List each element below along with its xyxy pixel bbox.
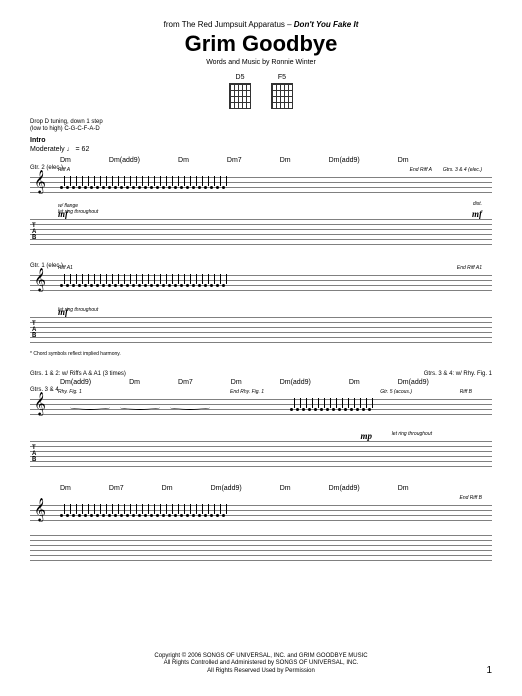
tab-staff [30,441,492,471]
chord-symbol: Dm7 [178,379,193,386]
chord-symbol: Dm(add9) [329,485,360,492]
chord-symbol: Dm [60,157,71,164]
chord-symbol: Dm [129,379,140,386]
tab-block: TAB [30,441,492,471]
chord-symbol: Dm(add9) [329,157,360,164]
copyright-line3: All Rights Reserved Used by Permission [30,668,492,676]
chord-symbol: Dm [231,379,242,386]
dynamic-mf-2: mf [472,209,482,219]
tab-staff [30,535,492,565]
end-rhy-label: End Rhy. Fig. 1 [230,389,264,395]
system-1: Dm Dm(add9) Dm Dm7 Dm Dm(add9) Dm Gtr. 2… [30,157,492,249]
chord-symbol: Dm(add9) [211,485,242,492]
staff-block: Gtrs. 3 & 4 Rhy. Fig. 1 End Rhy. Fig. 1 … [30,387,492,439]
tab-staff [30,219,492,249]
chord-row: Dm Dm(add9) Dm Dm7 Dm Dm(add9) Dm [30,157,492,164]
tuning-note: Drop D tuning, down 1 step (low to high)… [30,119,492,133]
notes [60,179,482,195]
tab-block: TAB [30,219,492,249]
staff-block: Gtr. 1 (elec.) Riff A1 End Riff A1 𝄞 mf … [30,263,492,315]
chord-symbol: Dm(add9) [60,379,91,386]
chord-name: F5 [278,74,286,81]
chord-row: Dm(add9) Dm Dm7 Dm Dm(add9) Dm Dm(add9) [30,379,492,386]
perf-note-letring: let ring throughout [392,431,432,437]
copyright-line1: Copyright © 2006 SONGS OF UNIVERSAL, INC… [30,653,492,661]
chord-symbol: Dm7 [227,157,242,164]
credits: Words and Music by Ronnie Winter [30,59,492,66]
end-riff-label: End Riff A [410,167,432,173]
header: from The Red Jumpsuit Apparatus – Don't … [30,20,492,66]
treble-clef-icon: 𝄞 [34,269,46,292]
header-left: Gtrs. 1 & 2: w/ Riffs A & A1 (3 times) [30,371,126,377]
album-title: Don't You Fake It [294,20,359,29]
tuning-line1: Drop D tuning, down 1 step [30,119,492,126]
tab-label-icon: TAB [32,223,36,241]
page-number: 1 [486,665,492,676]
copyright-line2: All Rights Controlled and Administered b… [30,660,492,668]
chord-symbol: Dm [398,485,409,492]
notes [60,507,482,523]
tab-label-icon: TAB [32,445,36,463]
header-right: Gtrs. 3 & 4: w/ Rhy. Fig. 1 [424,371,492,377]
rhy-fig-label: Rhy. Fig. 1 [58,389,82,395]
chord-symbol: Dm7 [109,485,124,492]
staff-block: Gtr. 2 (elec.) Riff A End Riff A Gtrs. 3… [30,165,492,217]
chord-symbol: Dm [280,157,291,164]
chord-diagram-f5: F5 [271,74,293,109]
notes [290,401,482,417]
end-riff-b-label: End Riff B [459,495,482,501]
treble-clef-icon: 𝄞 [34,171,46,194]
section-label: Intro [30,137,492,144]
tab-staff [30,317,492,347]
treble-clef-icon: 𝄞 [34,393,46,416]
notes [60,277,482,293]
chord-symbol: Dm(add9) [109,157,140,164]
riff-label: Riff A1 [58,265,73,271]
chord-symbol: Dm [162,485,173,492]
song-title: Grim Goodbye [30,31,492,57]
chord-name: D5 [236,74,245,81]
chord-symbol: Dm [280,485,291,492]
gtr5-label: Gtr. 5 (acous.) [380,389,412,395]
system-4: Dm Dm7 Dm Dm(add9) Dm Dm(add9) Dm End Ri… [30,485,492,565]
tab-block [30,535,492,565]
chord-diagrams: D5 F5 [30,74,492,109]
copyright: Copyright © 2006 SONGS OF UNIVERSAL, INC… [30,653,492,676]
riff-label: Riff A [58,167,70,173]
footnote: * Chord symbols reflect implied harmony. [30,351,492,357]
riff-b-label: Riff B [460,389,472,395]
chord-symbol: Dm [178,157,189,164]
from-prefix: from The Red Jumpsuit Apparatus – [164,20,294,29]
tab-block: TAB [30,317,492,347]
treble-clef-icon: 𝄞 [34,499,46,522]
tab-label-icon: TAB [32,321,36,339]
dynamic-mp: mp [360,431,372,441]
fretboard-icon [229,83,251,109]
system-2: Gtr. 1 (elec.) Riff A1 End Riff A1 𝄞 mf … [30,263,492,357]
chord-diagram-d5: D5 [229,74,251,109]
dist-label: dist. [473,201,482,207]
chord-symbol: Dm [60,485,71,492]
gtrs-34-label: Gtrs. 3 & 4 (elec.) [443,167,482,173]
chord-symbol: Dm [398,157,409,164]
perf-note-letring: let ring throughout [58,209,98,215]
tuning-line2: (low to high) C-G-C-F-A-D [30,126,492,133]
chord-symbol: Dm [349,379,360,386]
staff-block: End Riff B 𝄞 [30,493,492,533]
system-3: Gtrs. 1 & 2: w/ Riffs A & A1 (3 times) G… [30,371,492,471]
chord-symbol: Dm(add9) [398,379,429,386]
perf-note-letring: let ring throughout [58,307,98,313]
end-riff-label: End Riff A1 [457,265,482,271]
chord-symbol: Dm(add9) [280,379,311,386]
from-line: from The Red Jumpsuit Apparatus – Don't … [30,20,492,29]
fretboard-icon [271,83,293,109]
tempo-marking: Moderately ♩ = 62 [30,146,492,153]
chord-row: Dm Dm7 Dm Dm(add9) Dm Dm(add9) Dm [30,485,492,492]
